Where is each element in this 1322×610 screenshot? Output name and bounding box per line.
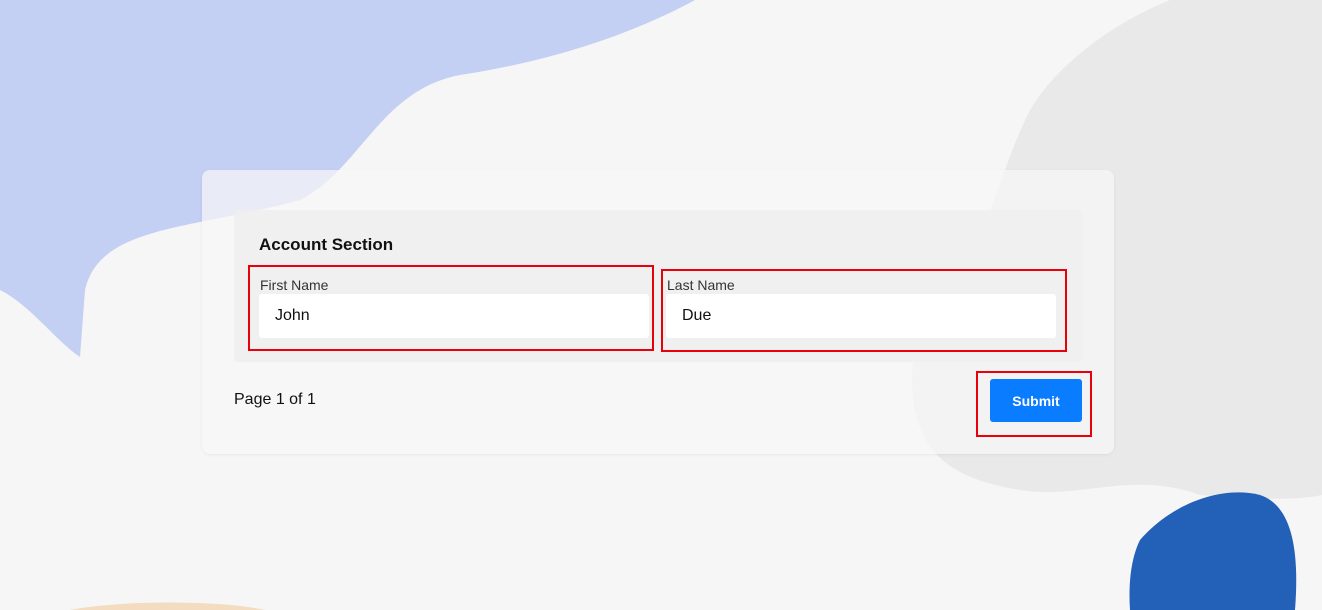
section-title: Account Section — [259, 235, 394, 254]
account-section: Account Section First Name Last Name — [234, 210, 1082, 362]
form-card: Account Section First Name Last Name Pag… — [202, 170, 1114, 454]
last-name-field: Last Name — [666, 278, 1056, 338]
last-name-input[interactable] — [666, 294, 1056, 338]
first-name-label: First Name — [260, 277, 329, 293]
last-name-label: Last Name — [667, 277, 735, 293]
submit-button[interactable]: Submit — [990, 379, 1082, 422]
page-indicator: Page 1 of 1 — [234, 391, 316, 408]
first-name-field: First Name — [259, 278, 649, 338]
first-name-input[interactable] — [259, 294, 649, 338]
